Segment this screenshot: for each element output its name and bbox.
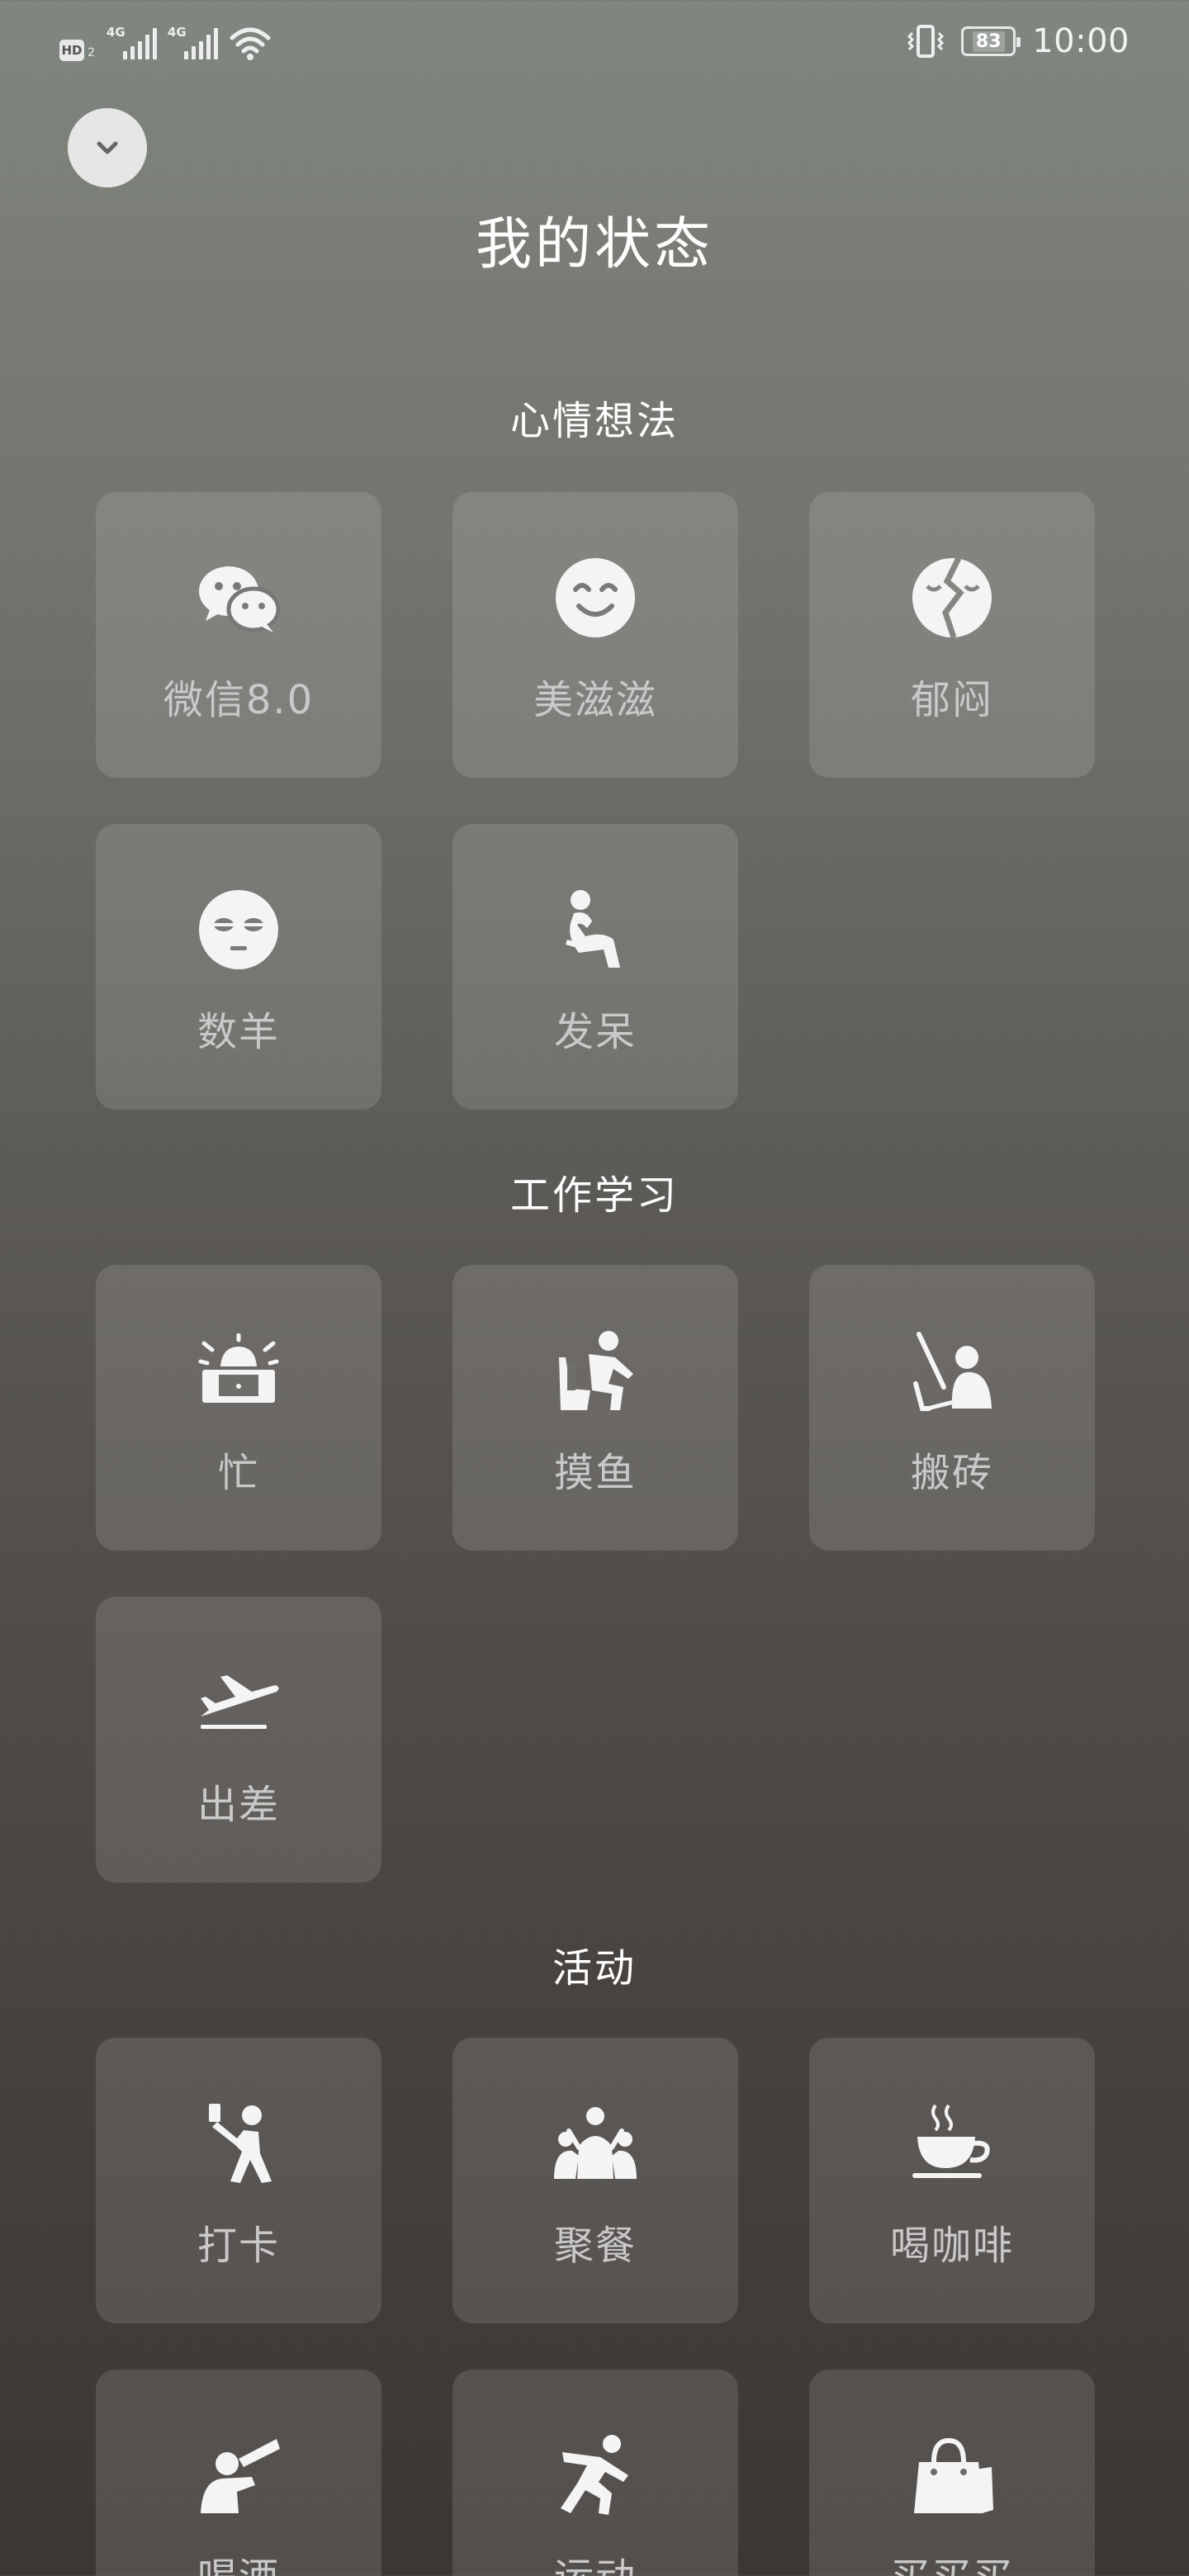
battery-level: 83 — [972, 31, 1005, 52]
page-title: 我的状态 — [475, 212, 713, 277]
group-icon — [554, 2102, 637, 2185]
status-tile-label: 数羊 — [197, 1009, 280, 1055]
section-title-mood: 心情想法 — [509, 398, 679, 444]
hd-badge: HD — [59, 40, 84, 61]
status-tile-daze[interactable]: 发呆 — [452, 824, 738, 1110]
status-tile-wechat[interactable]: 微信8.0 — [96, 492, 381, 778]
worker-icon — [911, 1329, 993, 1412]
collapse-button[interactable] — [68, 108, 147, 187]
status-tile-label: 忙 — [217, 1450, 259, 1496]
section-title-activity: 活动 — [552, 1945, 637, 1991]
status-tile-label: 美滋滋 — [533, 677, 657, 723]
sleepy-face-icon — [197, 888, 280, 971]
coffee-icon — [911, 2102, 993, 2185]
chevron-down-icon — [97, 141, 118, 154]
status-tile-busy[interactable]: 忙 — [96, 1265, 381, 1551]
status-tile-slacking[interactable]: 摸鱼 — [452, 1265, 738, 1551]
status-tile-label: 买买买 — [809, 2545, 1095, 2576]
status-tile-check-in[interactable]: 打卡 — [96, 2038, 381, 2323]
signal-icon-2: 4G — [168, 25, 218, 61]
broken-heart-face-icon — [911, 556, 993, 639]
battery-icon: 83 — [961, 26, 1021, 56]
selfie-icon — [197, 2102, 280, 2185]
lazy-sit-icon — [554, 1329, 637, 1412]
status-tile-label: 聚餐 — [553, 2223, 637, 2269]
signal-icon: 4G — [107, 25, 157, 61]
thinker-icon — [554, 888, 637, 971]
status-time: 10:00 — [1032, 22, 1130, 60]
status-bar-right: 83 10:00 — [907, 18, 1130, 64]
wifi-icon — [229, 25, 272, 61]
status-bar-left: HD 2 4G 4G — [59, 21, 272, 61]
wechat-icon — [197, 556, 280, 639]
status-tile-label: 喝咖啡 — [889, 2223, 1014, 2269]
status-tile-sports[interactable]: 运动 — [452, 2370, 738, 2576]
status-tile-gloomy[interactable]: 郁闷 — [809, 492, 1095, 778]
status-bar: HD 2 4G 4G 83 10:00 — [0, 0, 1189, 83]
status-tile-label: 喝酒 — [96, 2545, 381, 2576]
shopping-bag-icon — [911, 2434, 993, 2517]
status-tile-dinner[interactable]: 聚餐 — [452, 2038, 738, 2323]
status-tile-coffee[interactable]: 喝咖啡 — [809, 2038, 1095, 2323]
status-tile-happy[interactable]: 美滋滋 — [452, 492, 738, 778]
alarm-laptop-icon — [197, 1329, 280, 1412]
status-tile-label: 微信8.0 — [163, 677, 315, 723]
hd-sim-index: 2 — [88, 46, 95, 59]
status-tile-label: 摸鱼 — [553, 1450, 637, 1496]
status-tile-shopping[interactable]: 买买买 — [809, 2370, 1095, 2576]
status-tile-label: 郁闷 — [910, 677, 993, 723]
status-tile-label: 打卡 — [197, 2223, 280, 2269]
status-tile-label: 出差 — [197, 1782, 280, 1828]
section-title-work: 工作学习 — [509, 1172, 679, 1219]
status-tile-label: 发呆 — [553, 1009, 637, 1055]
status-tile-business-trip[interactable]: 出差 — [96, 1597, 381, 1882]
airplane-icon — [197, 1661, 280, 1744]
status-tile-label: 搬砖 — [910, 1450, 993, 1496]
smile-icon — [554, 556, 637, 639]
drink-icon — [197, 2434, 280, 2517]
status-tile-label: 运动 — [452, 2545, 738, 2576]
status-tile-drinking[interactable]: 喝酒 — [96, 2370, 381, 2576]
running-icon — [554, 2434, 637, 2517]
status-tile-counting-sheep[interactable]: 数羊 — [96, 824, 381, 1110]
vibrate-icon — [907, 23, 945, 59]
status-tile-grinding[interactable]: 搬砖 — [809, 1265, 1095, 1551]
